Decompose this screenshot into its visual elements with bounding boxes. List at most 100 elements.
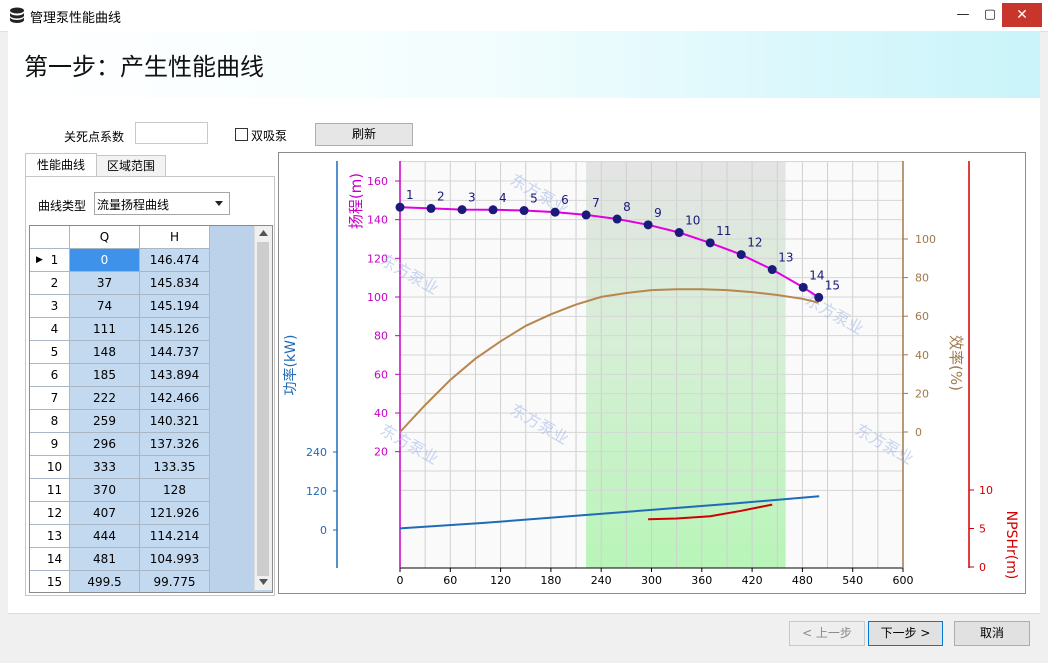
cell-h[interactable]: 145.194 [140,295,210,318]
row-header[interactable]: 15 [30,571,70,592]
cell-q[interactable]: 499.5 [70,571,140,592]
cell-q[interactable]: 74 [70,295,140,318]
cancel-button[interactable]: 取消 [954,621,1030,646]
head-point-label: 4 [499,191,507,205]
cell-h[interactable]: 133.35 [140,456,210,479]
cell-q[interactable]: 333 [70,456,140,479]
grid-corner[interactable] [30,226,70,249]
previous-step-button[interactable]: < 上一步 [789,621,865,646]
npsh-tick-label: 0 [979,561,986,574]
tab-region-range[interactable]: 区域范围 [96,155,166,177]
cell-h[interactable]: 121.926 [140,502,210,525]
efficiency-tick-label: 80 [915,272,929,285]
cell-h[interactable]: 145.126 [140,318,210,341]
row-header[interactable]: ▶ 1 [30,249,70,272]
scroll-up-icon[interactable] [259,230,268,236]
head-tick-label: 60 [374,368,388,381]
head-point [736,250,746,260]
cell-q[interactable]: 111 [70,318,140,341]
row-header[interactable]: 11 [30,479,70,502]
x-tick-label: 600 [893,574,914,587]
refresh-button[interactable]: 刷新 [315,123,413,146]
head-point [767,265,777,275]
row-header[interactable]: 8 [30,410,70,433]
row-header[interactable]: 4 [30,318,70,341]
row-header[interactable]: 5 [30,341,70,364]
row-header[interactable]: 6 [30,364,70,387]
scroll-thumb[interactable] [257,242,269,576]
minimize-button[interactable]: — [948,2,978,28]
grid-scrollbar[interactable] [254,226,272,590]
cell-q[interactable]: 0 [70,249,140,272]
double-suction-checkbox[interactable] [235,128,248,141]
head-point [798,282,808,292]
cancel-label: 取消 [979,626,1004,640]
cell-q[interactable]: 370 [70,479,140,502]
maximize-button[interactable]: ▢ [975,2,1005,28]
column-header-h[interactable]: H [140,226,210,249]
row-number: 6 [50,368,59,382]
cell-h[interactable]: 104.993 [140,548,210,571]
x-tick-label: 480 [792,574,813,587]
row-number: 4 [50,322,59,336]
row-number: 11 [46,483,63,497]
head-point [488,205,498,215]
head-point [519,206,529,216]
row-header[interactable]: 3 [30,295,70,318]
cell-h[interactable]: 146.474 [140,249,210,272]
row-header[interactable]: 2 [30,272,70,295]
data-grid[interactable]: Q H ▶ 1 0 146.474 2 37 145.834 3 74 145.194 4 111 145.… [29,225,273,593]
cell-q[interactable]: 444 [70,525,140,548]
cell-q[interactable]: 185 [70,364,140,387]
npsh-axis-label: NPSHr(m) [1003,511,1019,580]
cell-q[interactable]: 481 [70,548,140,571]
cell-h[interactable]: 99.775 [140,571,210,592]
efficiency-tick-label: 100 [915,233,936,246]
row-header[interactable]: 13 [30,525,70,548]
row-number: 7 [50,391,59,405]
window-title: 管理泵性能曲线 [30,11,122,26]
close-button[interactable]: ✕ [1002,3,1042,27]
cell-q[interactable]: 222 [70,387,140,410]
x-tick-label: 540 [842,574,863,587]
row-header[interactable]: 12 [30,502,70,525]
curve-type-select[interactable]: 流量扬程曲线 [94,192,230,215]
cell-q[interactable]: 259 [70,410,140,433]
cell-h[interactable]: 137.326 [140,433,210,456]
row-header[interactable]: 10 [30,456,70,479]
head-tick-label: 100 [367,291,388,304]
row-header[interactable]: 14 [30,548,70,571]
efficiency-axis-label: 效率(%) [947,335,965,391]
cell-q[interactable]: 296 [70,433,140,456]
cell-h[interactable]: 142.466 [140,387,210,410]
npsh-tick-label: 10 [979,484,993,497]
head-point-label: 5 [530,192,538,206]
chevron-down-icon [215,201,223,206]
row-number: 12 [46,506,63,520]
head-point [705,238,715,248]
cell-h[interactable]: 145.834 [140,272,210,295]
step-header: 第一步：产生性能曲线 [8,31,1040,99]
cell-h[interactable]: 144.737 [140,341,210,364]
footer-divider [8,613,1040,614]
next-step-label: 下一步 > [880,626,931,640]
cell-q[interactable]: 407 [70,502,140,525]
cell-q[interactable]: 37 [70,272,140,295]
next-step-button[interactable]: 下一步 > [868,621,943,646]
column-header-q[interactable]: Q [70,226,140,249]
head-point [426,203,436,213]
curve-type-label: 曲线类型 [38,199,87,213]
cell-h[interactable]: 140.321 [140,410,210,433]
cell-q[interactable]: 148 [70,341,140,364]
scroll-down-icon[interactable] [259,579,268,585]
row-header[interactable]: 9 [30,433,70,456]
refresh-button-label: 刷新 [351,127,376,141]
tab-label: 区域范围 [106,159,155,173]
cell-h[interactable]: 114.214 [140,525,210,548]
cell-h[interactable]: 128 [140,479,210,502]
cell-h[interactable]: 143.894 [140,364,210,387]
tab-performance-curve[interactable]: 性能曲线 [25,153,97,177]
row-header[interactable]: 7 [30,387,70,410]
head-point [612,214,622,224]
shutoff-coefficient-input[interactable] [135,122,208,144]
